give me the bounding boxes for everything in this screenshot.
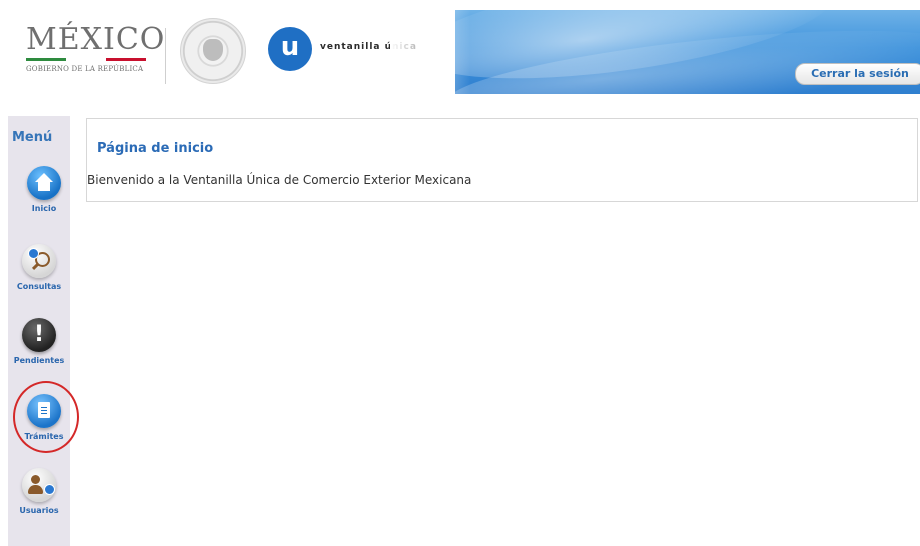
logout-button[interactable]: Cerrar la sesión [795, 63, 920, 85]
sidebar-item-label: Consultas [16, 282, 62, 291]
seal-eagle [203, 39, 223, 61]
header-divider [165, 28, 166, 84]
badge-dot [44, 484, 55, 495]
sidebar-item-label: Inicio [31, 204, 57, 213]
badge-dot [28, 248, 39, 259]
search-icon[interactable] [22, 244, 56, 278]
vu-logo-icon[interactable]: u [268, 27, 312, 71]
home-panel: Página de inicio Bienvenido a la Ventani… [86, 118, 918, 202]
mexico-logo-title: MÉXICO [26, 22, 166, 57]
sidebar-item-inicio[interactable]: Inicio [13, 166, 75, 213]
national-seal-icon [180, 18, 246, 84]
banner-fade [390, 10, 470, 94]
sidebar-item-label: Pendientes [13, 356, 65, 365]
sidebar-item-consultas[interactable]: Consultas [8, 244, 70, 291]
highlight-annotation [13, 381, 79, 453]
sidebar-item-label: Usuarios [19, 506, 59, 515]
alert-icon[interactable]: ! [22, 318, 56, 352]
sidebar-item-pendientes[interactable]: ! Pendientes [8, 318, 70, 365]
flag-stripe [26, 58, 146, 61]
mexico-logo-subtitle: GOBIERNO DE LA REPÚBLICA [26, 65, 144, 73]
mexico-logo[interactable]: MÉXICO GOBIERNO DE LA REPÚBLICA [26, 24, 165, 73]
welcome-message: Bienvenido a la Ventanilla Única de Come… [87, 173, 472, 187]
page-title: Página de inicio [97, 141, 214, 156]
header: MÉXICO GOBIERNO DE LA REPÚBLICA u ventan… [10, 10, 920, 94]
sidebar-title: Menú [12, 130, 53, 145]
users-icon[interactable] [22, 468, 56, 502]
home-icon[interactable] [27, 166, 61, 200]
sidebar-item-usuarios[interactable]: Usuarios [8, 468, 70, 515]
